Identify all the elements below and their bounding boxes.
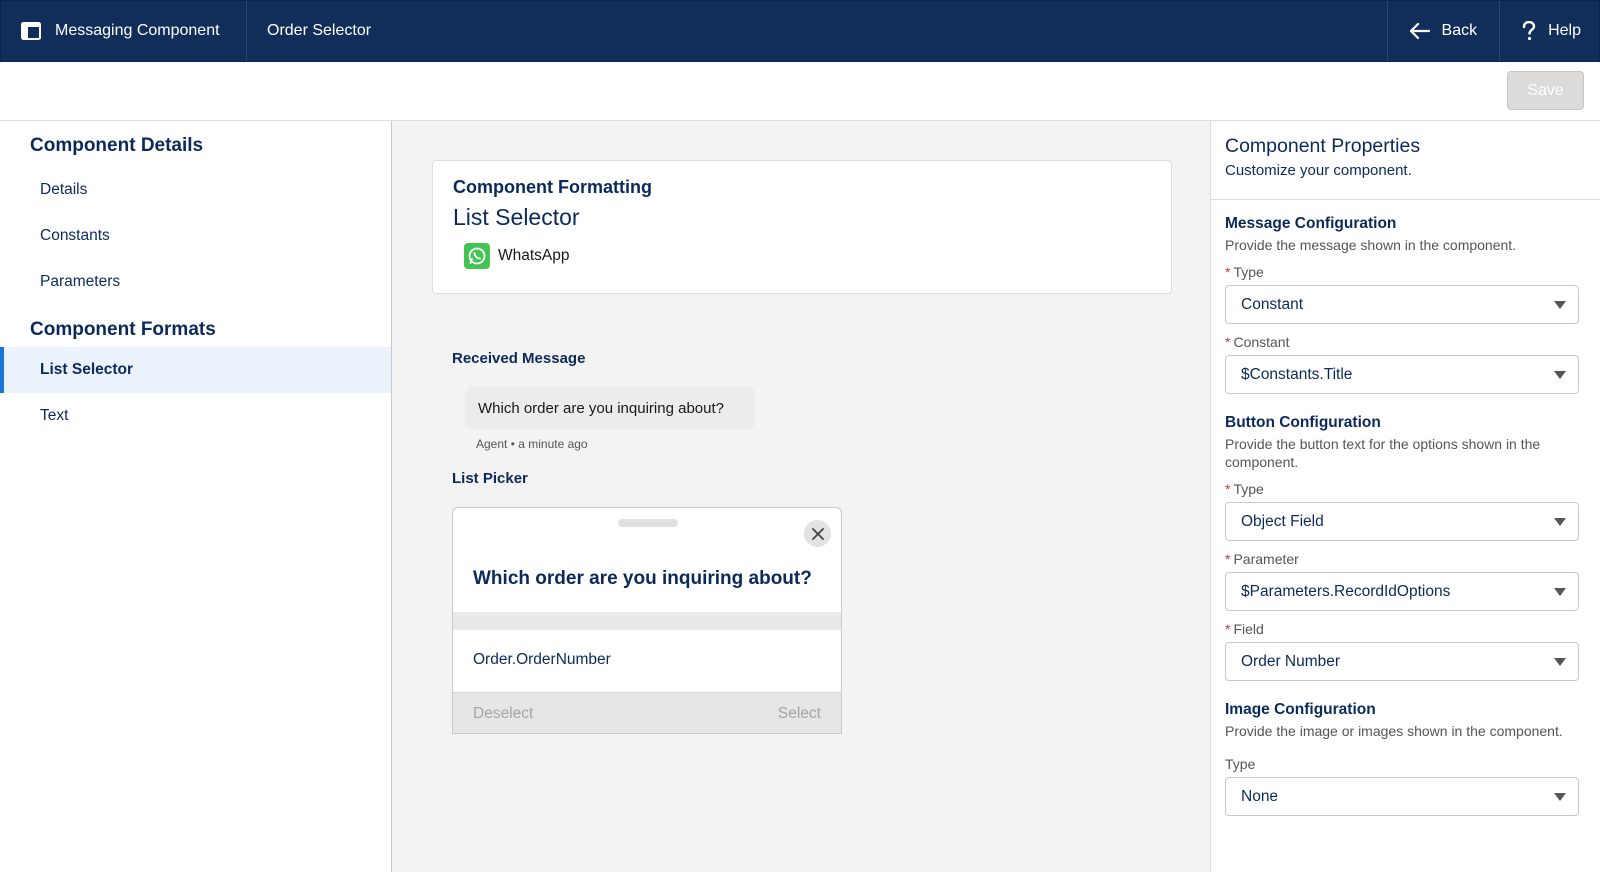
properties-title: Component Properties <box>1225 135 1421 157</box>
caret-down-icon <box>1554 658 1566 666</box>
drag-handle[interactable] <box>618 519 678 527</box>
picker-footer: Deselect Select <box>453 692 841 733</box>
deselect-button[interactable]: Deselect <box>473 705 533 723</box>
caret-down-icon <box>1554 518 1566 526</box>
formatting-title: Component Formatting <box>453 177 652 197</box>
caret-down-icon <box>1554 301 1566 309</box>
formatting-subtitle: List Selector <box>453 204 580 230</box>
picker-question: Which order are you inquiring about? <box>473 568 812 589</box>
parameter-select[interactable]: $Parameters.RecordIdOptions <box>1225 572 1579 611</box>
properties-subtitle: Customize your component. <box>1225 162 1412 179</box>
message-type-select[interactable]: Constant <box>1225 285 1579 324</box>
received-message-label: Received Message <box>452 350 586 367</box>
image-config-desc: Provide the image or images shown in the… <box>1225 723 1563 739</box>
caret-down-icon <box>1554 793 1566 801</box>
message-type-label: * Type <box>1225 264 1264 280</box>
image-type-label: Type <box>1225 756 1256 772</box>
properties-header: Component Properties Customize your comp… <box>1211 121 1600 200</box>
channel-name: WhatsApp <box>498 247 570 264</box>
app-header: Messaging Component Order Selector Back … <box>0 0 1600 62</box>
message-config-desc: Provide the message shown in the compone… <box>1225 237 1517 253</box>
sidebar-item-text[interactable]: Text <box>0 393 391 439</box>
button-type-label: * Type <box>1225 481 1264 497</box>
preview-area: Component Formatting List Selector Whats… <box>392 121 1211 872</box>
help-button[interactable]: Help <box>1500 1 1599 61</box>
sidebar-item-list-selector[interactable]: List Selector <box>0 347 391 393</box>
whatsapp-icon <box>464 243 490 269</box>
left-sidebar: Component Details Details Constants Para… <box>0 121 392 872</box>
button-type-select[interactable]: Object Field <box>1225 502 1579 541</box>
properties-panel: Component Properties Customize your comp… <box>1211 121 1600 872</box>
image-type-select[interactable]: None <box>1225 777 1579 816</box>
formatting-card: Component Formatting List Selector Whats… <box>432 160 1172 294</box>
save-button[interactable]: Save <box>1507 71 1584 110</box>
back-label: Back <box>1441 22 1478 39</box>
question-icon <box>1522 21 1536 41</box>
select-button[interactable]: Select <box>778 705 821 723</box>
constant-label: * Constant <box>1225 334 1290 350</box>
list-picker: Which order are you inquiring about? Ord… <box>452 507 842 734</box>
close-button[interactable] <box>804 520 831 547</box>
picker-option[interactable]: Order.OrderNumber <box>473 651 611 669</box>
parameter-label: * Parameter <box>1225 551 1299 567</box>
help-label: Help <box>1548 22 1581 39</box>
message-config-title: Message Configuration <box>1225 215 1397 232</box>
divider <box>453 612 841 630</box>
message-meta: Agent • a minute ago <box>476 437 588 451</box>
caret-down-icon <box>1554 588 1566 596</box>
message-bubble: Which order are you inquiring about? <box>465 386 755 430</box>
sidebar-item-details[interactable]: Details <box>0 167 391 213</box>
sidebar-item-constants[interactable]: Constants <box>0 213 391 259</box>
sidebar-item-parameters[interactable]: Parameters <box>0 259 391 305</box>
app-name: Messaging Component <box>55 22 220 39</box>
constant-select[interactable]: $Constants.Title <box>1225 355 1579 394</box>
channel-row: WhatsApp <box>464 243 1151 269</box>
image-config-title: Image Configuration <box>1225 701 1376 718</box>
button-config-desc: Provide the button text for the options … <box>1225 436 1541 470</box>
field-select[interactable]: Order Number <box>1225 642 1579 681</box>
button-config-title: Button Configuration <box>1225 414 1381 431</box>
list-picker-label: List Picker <box>452 470 528 487</box>
app-title: Messaging Component <box>1 1 247 61</box>
component-formats-heading: Component Formats <box>30 319 216 340</box>
back-button[interactable]: Back <box>1386 1 1501 61</box>
component-details-heading: Component Details <box>30 135 204 156</box>
caret-down-icon <box>1554 371 1566 379</box>
app-layout-icon <box>21 22 41 40</box>
arrow-left-icon <box>1409 23 1430 39</box>
tab-order-selector[interactable]: Order Selector <box>247 1 391 61</box>
close-icon <box>811 527 824 540</box>
field-label: * Field <box>1225 621 1264 637</box>
toolbar: Save <box>0 62 1600 121</box>
